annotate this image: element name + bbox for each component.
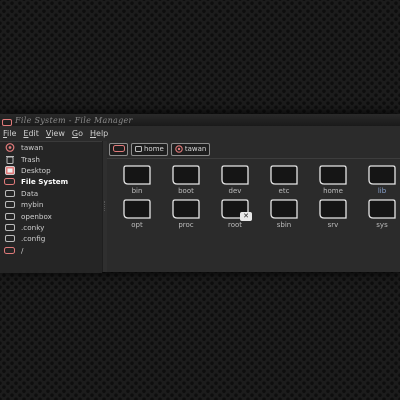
folder-icon — [221, 165, 249, 185]
folder-label: sbin — [276, 221, 292, 229]
path-button-label: tawan — [184, 145, 207, 153]
sidebar-item-label: tawan — [21, 143, 44, 153]
folder-item-sys[interactable]: sys — [357, 196, 400, 236]
sidebar-item-file-system[interactable]: File System — [0, 176, 102, 187]
folder-item-srv[interactable]: srv — [308, 196, 358, 236]
folder-label: boot — [178, 187, 194, 195]
folder-label: bin — [131, 187, 143, 195]
sidebar-item-openbox[interactable]: openbox — [0, 210, 102, 221]
sidebar-item-label: mybin — [21, 200, 44, 210]
sidebar-item-mybin[interactable]: mybin — [0, 199, 102, 210]
folder-icon — [172, 199, 200, 219]
sidebar-item-conky[interactable]: .conky — [0, 222, 102, 233]
folder-label: proc — [178, 221, 194, 229]
sidebar-item-label: .config — [21, 234, 46, 244]
path-button-home[interactable]: home — [131, 142, 168, 156]
drive-icon — [112, 144, 125, 154]
folder-label: lib — [377, 187, 387, 195]
folder-icon — [4, 223, 15, 231]
home-icon — [175, 145, 183, 153]
menu-view[interactable]: View — [46, 129, 65, 138]
sidebar-item-desktop[interactable]: Desktop — [0, 165, 102, 176]
folder-label: dev — [228, 187, 242, 195]
pathbar-divider — [107, 158, 400, 159]
folder-item-proc[interactable]: proc — [161, 196, 211, 236]
path-bar: home tawan — [109, 142, 213, 156]
menu-file[interactable]: File — [3, 129, 16, 138]
sidebar: tawan Trash Desktop File System Data myb… — [0, 141, 102, 273]
locked-emblem-icon: ✕ — [240, 212, 252, 221]
folder-label: home — [323, 187, 343, 195]
sidebar-item-config[interactable]: .config — [0, 233, 102, 244]
folder-icon — [4, 212, 15, 220]
sidebar-item-label: / — [21, 245, 24, 255]
folder-icon — [319, 165, 347, 185]
folder-label: opt — [131, 221, 143, 229]
folder-icon — [270, 199, 298, 219]
drive-icon — [4, 246, 15, 254]
sidebar-item-label: Trash — [21, 154, 40, 164]
folder-icon — [172, 165, 200, 185]
path-bar-root-button[interactable] — [109, 142, 128, 156]
sidebar-item-tawan[interactable]: tawan — [0, 142, 102, 153]
title-bar[interactable]: File System - File Manager — [0, 114, 400, 126]
menu-edit[interactable]: Edit — [23, 129, 39, 138]
desktop-icon — [4, 166, 15, 175]
folder-label: root — [227, 221, 243, 229]
folder-icon — [319, 199, 347, 219]
folder-icon — [4, 201, 15, 209]
folder-item-opt[interactable]: opt — [112, 196, 162, 236]
menu-go[interactable]: Go — [72, 129, 83, 138]
sidebar-item-label: File System — [21, 177, 69, 187]
sidebar-item-label: Desktop — [21, 165, 51, 175]
home-icon — [4, 143, 15, 153]
menu-bar: File Edit View Go Help — [0, 127, 400, 139]
folder-icon — [135, 146, 142, 152]
trash-icon — [4, 155, 15, 164]
menu-help[interactable]: Help — [90, 129, 108, 138]
folder-icon — [270, 165, 298, 185]
folder-icon — [4, 235, 15, 243]
folder-icon — [123, 199, 151, 219]
path-button-label: home — [144, 145, 164, 153]
sidebar-item-label: .conky — [21, 222, 45, 232]
folder-item-root[interactable]: ✕ root — [210, 196, 260, 236]
file-view: home tawan bin boot dev etc home lib opt… — [107, 141, 400, 272]
file-manager-window: File System - File Manager File Edit Vie… — [0, 114, 400, 273]
folder-icon — [4, 189, 15, 197]
sidebar-item-label: openbox — [21, 211, 52, 221]
sidebar-item-root-fs[interactable]: / — [0, 245, 102, 256]
folder-label: etc — [278, 187, 290, 195]
drive-icon — [4, 178, 15, 186]
sidebar-item-data[interactable]: Data — [0, 188, 102, 199]
folder-label: srv — [327, 221, 339, 229]
sidebar-item-label: Data — [21, 188, 39, 198]
folder-label: sys — [376, 221, 388, 229]
folder-item-sbin[interactable]: sbin — [259, 196, 309, 236]
folder-icon — [368, 199, 396, 219]
window-title: File System - File Manager — [15, 115, 133, 125]
sidebar-item-trash[interactable]: Trash — [0, 153, 102, 164]
path-button-tawan[interactable]: tawan — [170, 142, 211, 156]
folder-icon — [368, 165, 396, 185]
folder-icon — [123, 165, 151, 185]
